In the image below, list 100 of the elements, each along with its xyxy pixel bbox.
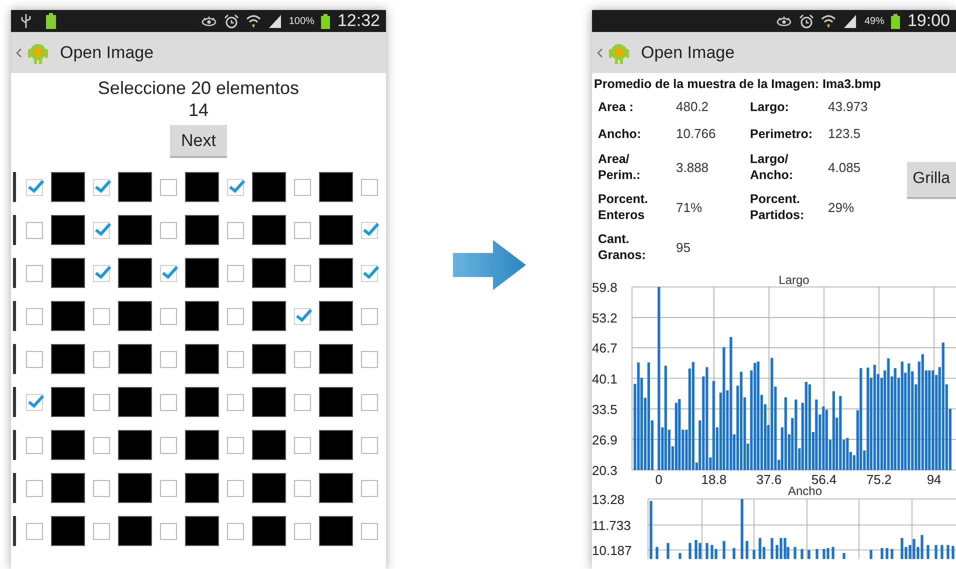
- robot-icon[interactable]: [607, 42, 631, 64]
- photo-placeholder: [185, 301, 219, 331]
- checkbox[interactable]: [160, 480, 177, 496]
- photo-placeholder: [185, 215, 219, 245]
- photo-placeholder: [252, 258, 286, 288]
- grid-button[interactable]: Grilla: [906, 162, 956, 198]
- chart-bar: [752, 550, 756, 559]
- checkbox[interactable]: [227, 522, 244, 540]
- photo-placeholder: [252, 387, 286, 417]
- checkbox[interactable]: [93, 522, 110, 540]
- checkbox[interactable]: [361, 522, 378, 540]
- checkbox[interactable]: [160, 222, 177, 238]
- checkbox[interactable]: [361, 308, 378, 324]
- checkbox[interactable]: [93, 308, 110, 324]
- checkbox[interactable]: [227, 264, 244, 282]
- photo-placeholder: [118, 215, 152, 245]
- checkbox[interactable]: [361, 480, 378, 496]
- checkbox[interactable]: [294, 178, 311, 196]
- photo-placeholder: [51, 172, 85, 202]
- checkbox[interactable]: [294, 350, 311, 368]
- photo-placeholder: [51, 387, 85, 417]
- stat-value: 29%: [828, 198, 856, 216]
- chart-title: Ancho: [788, 484, 822, 498]
- back-chevron-icon[interactable]: [597, 48, 603, 58]
- checkbox[interactable]: [294, 480, 311, 496]
- photo-placeholder: [319, 516, 353, 546]
- checkbox[interactable]: [294, 308, 311, 324]
- checkbox[interactable]: [26, 480, 43, 496]
- checkbox[interactable]: [160, 308, 177, 324]
- axis-tick-label: 20.3: [592, 463, 618, 478]
- checkbox[interactable]: [93, 480, 110, 496]
- screen-title: Open Image: [641, 42, 735, 62]
- checkbox[interactable]: [227, 222, 244, 238]
- checkbox[interactable]: [93, 264, 110, 282]
- stat-value: 4.085: [828, 158, 862, 176]
- checkbox[interactable]: [227, 350, 244, 368]
- checkbox[interactable]: [294, 522, 311, 540]
- checkbox[interactable]: [26, 222, 43, 238]
- axis-tick-label: 56.4: [811, 472, 837, 487]
- checkbox[interactable]: [227, 308, 244, 324]
- checkbox[interactable]: [361, 394, 378, 410]
- axis-tick-label: 37.6: [756, 472, 782, 487]
- checkbox[interactable]: [160, 350, 177, 368]
- checkbox[interactable]: [294, 222, 311, 238]
- checkbox[interactable]: [93, 436, 110, 454]
- checkbox[interactable]: [294, 436, 311, 454]
- checkbox[interactable]: [361, 178, 378, 196]
- checkbox[interactable]: [361, 222, 378, 238]
- checkbox[interactable]: [227, 480, 244, 496]
- checkbox[interactable]: [93, 394, 110, 410]
- checkbox[interactable]: [26, 178, 43, 196]
- axis-tick-label: 11.733: [592, 518, 631, 533]
- checkbox[interactable]: [361, 264, 378, 282]
- checkbox[interactable]: [93, 222, 110, 238]
- stat-label: Porcent. Partidos:: [750, 191, 806, 223]
- axis-tick-label: 59.8: [592, 280, 618, 295]
- checkbox[interactable]: [160, 264, 177, 282]
- chart-bar: [794, 547, 796, 559]
- stat-label: Area/ Perim.:: [598, 151, 642, 183]
- back-chevron-icon[interactable]: [16, 48, 22, 58]
- checkbox[interactable]: [160, 178, 177, 196]
- checkbox[interactable]: [361, 350, 378, 368]
- photo-placeholder: [185, 516, 219, 546]
- next-button[interactable]: Next: [170, 125, 227, 158]
- chart-bar: [722, 541, 726, 559]
- checkbox[interactable]: [294, 264, 311, 282]
- checkbox[interactable]: [26, 436, 43, 454]
- checkbox[interactable]: [26, 394, 43, 410]
- axis-tick-label: 53.2: [592, 310, 618, 326]
- check-icon: [27, 392, 45, 408]
- photo-placeholder: [185, 387, 219, 417]
- instruction-text: Seleccione 20 elementos: [98, 77, 300, 99]
- checkbox[interactable]: [160, 522, 177, 540]
- photo-placeholder: [319, 473, 353, 503]
- checkbox[interactable]: [227, 436, 244, 454]
- checkbox[interactable]: [26, 350, 43, 368]
- battery-percentage: 49%: [864, 16, 884, 26]
- photo-placeholder: [118, 516, 152, 546]
- stat-label: Perimetro:: [750, 126, 814, 142]
- screen-title: Open Image: [60, 42, 154, 62]
- checkbox[interactable]: [93, 178, 110, 196]
- battery-icon: [321, 14, 330, 28]
- checkbox[interactable]: [26, 522, 43, 540]
- stat-label: Area :: [598, 98, 634, 116]
- stat-label: Porcent. Enteros: [598, 191, 650, 223]
- checkbox[interactable]: [26, 264, 43, 282]
- alarm-clock-icon: [224, 14, 239, 28]
- checkbox[interactable]: [160, 394, 177, 410]
- chart-bar: [656, 547, 658, 559]
- checkbox[interactable]: [294, 394, 311, 410]
- checkbox[interactable]: [26, 308, 43, 324]
- checkbox[interactable]: [227, 178, 244, 196]
- chart-bar: [732, 548, 736, 559]
- photo-placeholder: [51, 430, 85, 460]
- checkbox[interactable]: [361, 436, 378, 454]
- checkbox[interactable]: [227, 394, 244, 410]
- checkbox[interactable]: [93, 350, 110, 368]
- robot-icon[interactable]: [26, 42, 50, 64]
- photo-placeholder: [118, 301, 152, 331]
- checkbox[interactable]: [160, 436, 177, 454]
